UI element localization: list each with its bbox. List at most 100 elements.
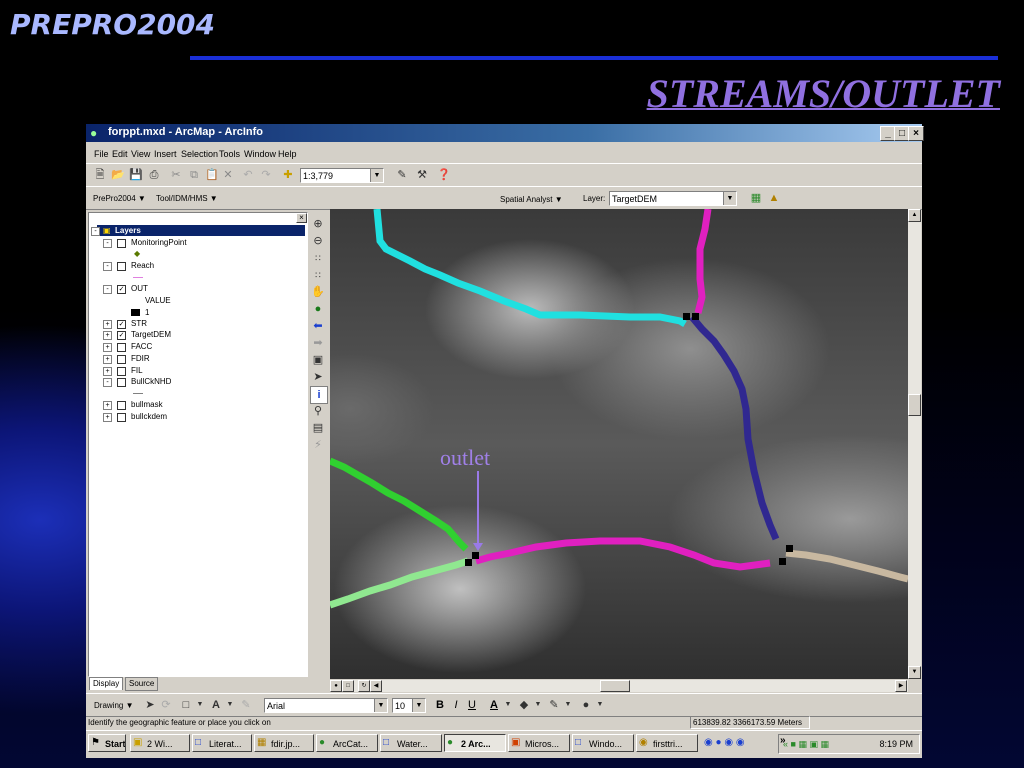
italic-button[interactable]: I <box>448 697 464 713</box>
collapse-icon[interactable]: - <box>103 378 112 387</box>
tab-source[interactable]: Source <box>125 677 159 691</box>
expand-icon[interactable]: + <box>103 413 112 422</box>
font-size-combo[interactable]: 10 ▼ <box>392 698 426 713</box>
bold-button[interactable]: B <box>432 697 448 713</box>
layer-fil[interactable]: FIL <box>131 365 143 376</box>
quick-launch-icons[interactable]: ◉ ● ◉ ◉ <box>704 737 745 748</box>
copy-icon[interactable]: ⧉ <box>186 167 202 183</box>
layer-checkbox-monitoringpoint[interactable] <box>117 239 126 248</box>
new-icon[interactable]: 🗎 <box>92 167 108 183</box>
layer-bullckdem[interactable]: bullckdem <box>131 411 167 422</box>
edit-vertices-icon[interactable]: ✎ <box>238 697 254 713</box>
menu-selection[interactable]: Selection <box>181 149 218 159</box>
tab-display[interactable]: Display <box>89 677 124 690</box>
chevron-down-icon[interactable]: ▼ <box>192 697 208 713</box>
fixed-zoom-in-icon[interactable]: ∷ <box>310 250 326 266</box>
expand-icon[interactable]: + <box>103 331 112 340</box>
menu-view[interactable]: View <box>131 149 150 159</box>
zoom-in-icon[interactable]: ⊕ <box>310 216 326 232</box>
layer-checkbox-bullcknhd[interactable] <box>117 378 126 387</box>
data-view-icon[interactable]: ● <box>330 680 342 692</box>
layer-checkbox-targetdem[interactable]: ✓ <box>117 331 126 340</box>
paste-icon[interactable]: 📋 <box>204 167 220 183</box>
menu-help[interactable]: Help <box>278 149 297 159</box>
map-horizontal-scrollbar[interactable]: ● □ ↻ ◀ ▶ <box>330 680 908 692</box>
expand-icon[interactable]: + <box>103 320 112 329</box>
chevron-down-icon[interactable]: ▼ <box>560 697 576 713</box>
layer-bullcknhd[interactable]: BullCkNHD <box>131 376 171 387</box>
menu-file[interactable]: File <box>94 149 109 159</box>
layer-bullmask[interactable]: bullmask <box>131 399 163 410</box>
chevron-down-icon[interactable]: ▼ <box>530 697 546 713</box>
spatial-analyst-menu[interactable]: Spatial Analyst ▼ <box>500 195 563 204</box>
expand-icon[interactable]: + <box>103 355 112 364</box>
tray-icons[interactable]: « ■ ▦ ▣ ▦ <box>783 735 829 753</box>
taskbar-item[interactable]: ● ArcCat... <box>316 734 378 752</box>
forward-extent-icon[interactable]: ➡ <box>310 335 326 351</box>
drawing-menu[interactable]: Drawing ▼ <box>94 701 133 710</box>
scroll-right-icon[interactable]: ▶ <box>895 680 907 692</box>
font-combo[interactable]: Arial ▼ <box>264 698 388 713</box>
whats-this-help-icon[interactable]: ❓ <box>436 167 452 183</box>
layer-monitoringpoint[interactable]: MonitoringPoint <box>131 237 187 248</box>
layer-checkbox-fil[interactable] <box>117 367 126 376</box>
taskbar-item[interactable]: ◉ firsttri... <box>636 734 698 752</box>
collapse-icon[interactable]: - <box>103 285 112 294</box>
menu-insert[interactable]: Insert <box>154 149 177 159</box>
chevron-down-icon[interactable]: ▼ <box>592 697 608 713</box>
redo-icon[interactable]: ↷ <box>258 167 274 183</box>
rotate-icon[interactable]: ⟳ <box>158 697 174 713</box>
scroll-down-icon[interactable]: ▼ <box>908 666 921 679</box>
identify-icon[interactable]: i <box>310 386 328 404</box>
collapse-icon[interactable]: - <box>103 262 112 271</box>
layer-fdir[interactable]: FDIR <box>131 353 150 364</box>
close-button[interactable]: × <box>908 126 924 141</box>
scroll-left-icon[interactable]: ◀ <box>370 680 382 692</box>
pan-hand-icon[interactable]: ✋ <box>310 284 326 300</box>
taskbar-item-active[interactable]: ● 2 Arc... <box>444 734 506 752</box>
cut-icon[interactable]: ✂ <box>168 167 184 183</box>
scroll-thumb[interactable] <box>908 394 921 416</box>
refresh-icon[interactable]: ↻ <box>358 680 370 692</box>
taskbar-item[interactable]: □ Literat... <box>192 734 252 752</box>
layer-reach[interactable]: Reach <box>131 260 154 271</box>
layout-view-icon[interactable]: □ <box>342 680 354 692</box>
layer-checkbox-facc[interactable] <box>117 343 126 352</box>
taskbar-item[interactable]: □ Water... <box>380 734 442 752</box>
select-features-icon[interactable]: ▣ <box>310 352 326 368</box>
select-arrow-icon[interactable]: ➤ <box>142 697 158 713</box>
editor-toolbar-icon[interactable]: ✎ <box>394 167 410 183</box>
layer-checkbox-bullckdem[interactable] <box>117 413 126 422</box>
histogram-icon[interactable]: ▦ <box>748 190 764 206</box>
layer-checkbox-fdir[interactable] <box>117 355 126 364</box>
save-icon[interactable]: 💾 <box>128 167 144 183</box>
select-elements-arrow-icon[interactable]: ➤ <box>310 369 326 385</box>
taskbar-item[interactable]: ▣ 2 Wi... <box>130 734 190 752</box>
tool-idm-hms-menu[interactable]: Tool/IDM/HMS ▼ <box>156 194 218 203</box>
undo-icon[interactable]: ↶ <box>240 167 256 183</box>
scroll-up-icon[interactable]: ▲ <box>908 209 921 222</box>
add-data-icon[interactable]: ✚ <box>280 167 296 183</box>
hyperlink-icon[interactable]: ⚡ <box>310 437 326 453</box>
layer-checkbox-bullmask[interactable] <box>117 401 126 410</box>
expand-icon[interactable]: + <box>103 401 112 410</box>
taskbar-item[interactable]: ▦ fdir.jp... <box>254 734 314 752</box>
start-button[interactable]: ⚑ Start <box>88 734 126 752</box>
collapse-layers-icon[interactable]: - <box>91 227 100 236</box>
menu-edit[interactable]: Edit <box>112 149 128 159</box>
layer-out[interactable]: OUT <box>131 283 148 294</box>
map-scale-combo[interactable]: 1:3,779 ▼ <box>300 168 384 183</box>
zoom-out-icon[interactable]: ⊖ <box>310 233 326 249</box>
layer-checkbox-str[interactable]: ✓ <box>117 320 126 329</box>
open-icon[interactable]: 📂 <box>110 167 126 183</box>
layer-str[interactable]: STR <box>131 318 147 329</box>
expand-icon[interactable]: + <box>103 367 112 376</box>
close-icon[interactable]: × <box>296 213 307 223</box>
delete-icon[interactable]: ✕ <box>220 167 236 183</box>
collapse-icon[interactable]: - <box>103 239 112 248</box>
chevron-down-icon[interactable]: ▼ <box>500 697 516 713</box>
layer-targetdem[interactable]: TargetDEM <box>131 329 171 340</box>
map-view[interactable]: outlet <box>330 209 908 679</box>
layer-combo[interactable]: TargetDEM ▼ <box>609 191 737 206</box>
chevron-down-icon[interactable]: ▼ <box>222 697 238 713</box>
